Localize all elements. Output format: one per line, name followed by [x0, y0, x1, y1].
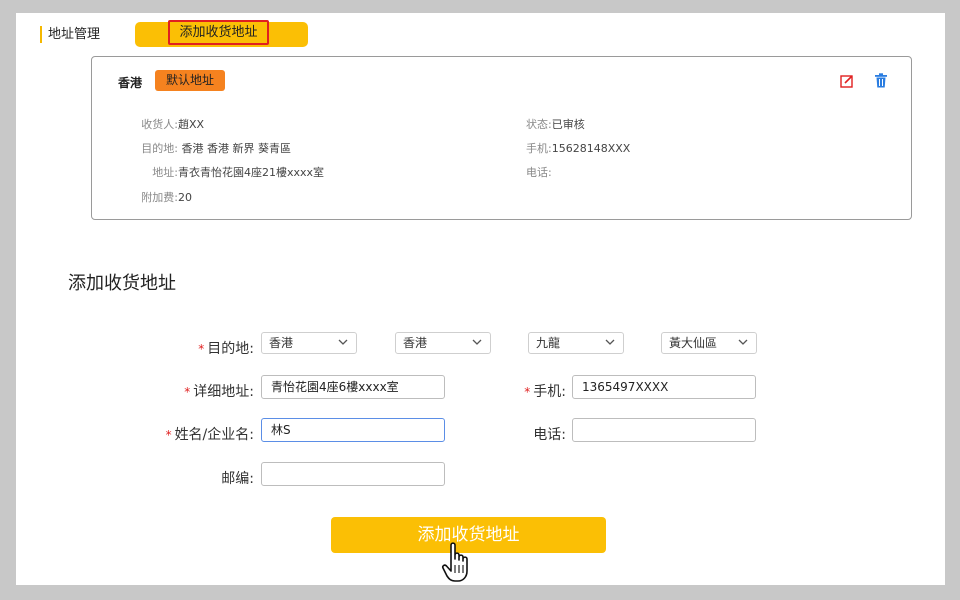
trash-icon[interactable] — [874, 73, 888, 88]
destination-select-district[interactable]: 黃大仙區 — [661, 332, 757, 354]
mobile-input[interactable]: 1365497XXXX — [572, 375, 756, 399]
chevron-down-icon — [605, 339, 615, 345]
required-mark: * — [184, 385, 191, 399]
page: 地址管理 添加收货地址 香港 默认地址 收货人:趙XX 目的地: 香港 香港 新… — [16, 13, 945, 585]
info-label: 电话: — [526, 166, 552, 179]
hand-cursor-icon — [441, 542, 468, 582]
info-label: 状态: — [526, 118, 552, 131]
detail-address-label: * 详细地址: — [184, 384, 254, 400]
info-value: 青衣青怡花園4座21樓xxxx室 — [178, 166, 325, 179]
info-value: 趙XX — [178, 118, 205, 131]
destination-select-city[interactable]: 九龍 — [528, 332, 624, 354]
info-label: 手机: — [526, 142, 552, 155]
card-region: 香港 — [118, 76, 143, 90]
address-card: 香港 默认地址 收货人:趙XX 目的地: 香港 香港 新界 葵青區 地址:青衣青… — [91, 56, 912, 220]
destination-label: * 目的地: — [198, 341, 254, 357]
required-mark: * — [198, 342, 205, 356]
page-title: 地址管理 — [40, 26, 100, 43]
info-label: 收货人: — [141, 118, 178, 131]
chevron-down-icon — [472, 339, 482, 345]
name-label: * 姓名/企业名: — [165, 427, 254, 443]
info-row-receiver: 收货人:趙XX — [112, 116, 204, 132]
info-row-phone: 电话: — [526, 164, 552, 180]
destination-select-country[interactable]: 香港 — [261, 332, 357, 354]
info-row-status: 状态:已审核 — [526, 116, 585, 132]
mobile-label: * 手机: — [524, 384, 566, 400]
info-label: 附加费: — [141, 191, 178, 204]
edit-icon[interactable] — [840, 74, 854, 88]
chevron-down-icon — [738, 339, 748, 345]
phone-label: 电话: — [533, 427, 566, 443]
required-mark: * — [165, 428, 172, 442]
info-label: 地址: — [152, 166, 178, 179]
info-value: 已审核 — [551, 118, 585, 131]
zip-label: 邮编: — [221, 471, 254, 487]
info-label: 目的地: — [141, 142, 178, 155]
info-value: 香港 香港 新界 葵青區 — [178, 142, 291, 155]
info-row-mobile: 手机:15628148XXX — [526, 140, 630, 156]
info-value: 20 — [178, 191, 192, 204]
chevron-down-icon — [338, 339, 348, 345]
info-value: 15628148XXX — [551, 142, 631, 155]
info-row-surcharge: 附加费:20 — [112, 189, 192, 205]
default-badge: 默认地址 — [155, 70, 225, 91]
add-address-tab-button[interactable]: 添加收货地址 — [168, 20, 269, 45]
detail-address-input[interactable]: 青怡花園4座6樓xxxx室 — [261, 375, 445, 399]
form-title: 添加收货地址 — [68, 273, 176, 294]
destination-select-province[interactable]: 香港 — [395, 332, 491, 354]
required-mark: * — [524, 385, 531, 399]
phone-input[interactable] — [572, 418, 756, 442]
zip-input[interactable] — [261, 462, 445, 486]
name-input[interactable]: 林S — [261, 418, 445, 442]
info-row-destination: 目的地: 香港 香港 新界 葵青區 — [112, 140, 291, 156]
info-row-address: 地址:青衣青怡花園4座21樓xxxx室 — [112, 164, 324, 180]
